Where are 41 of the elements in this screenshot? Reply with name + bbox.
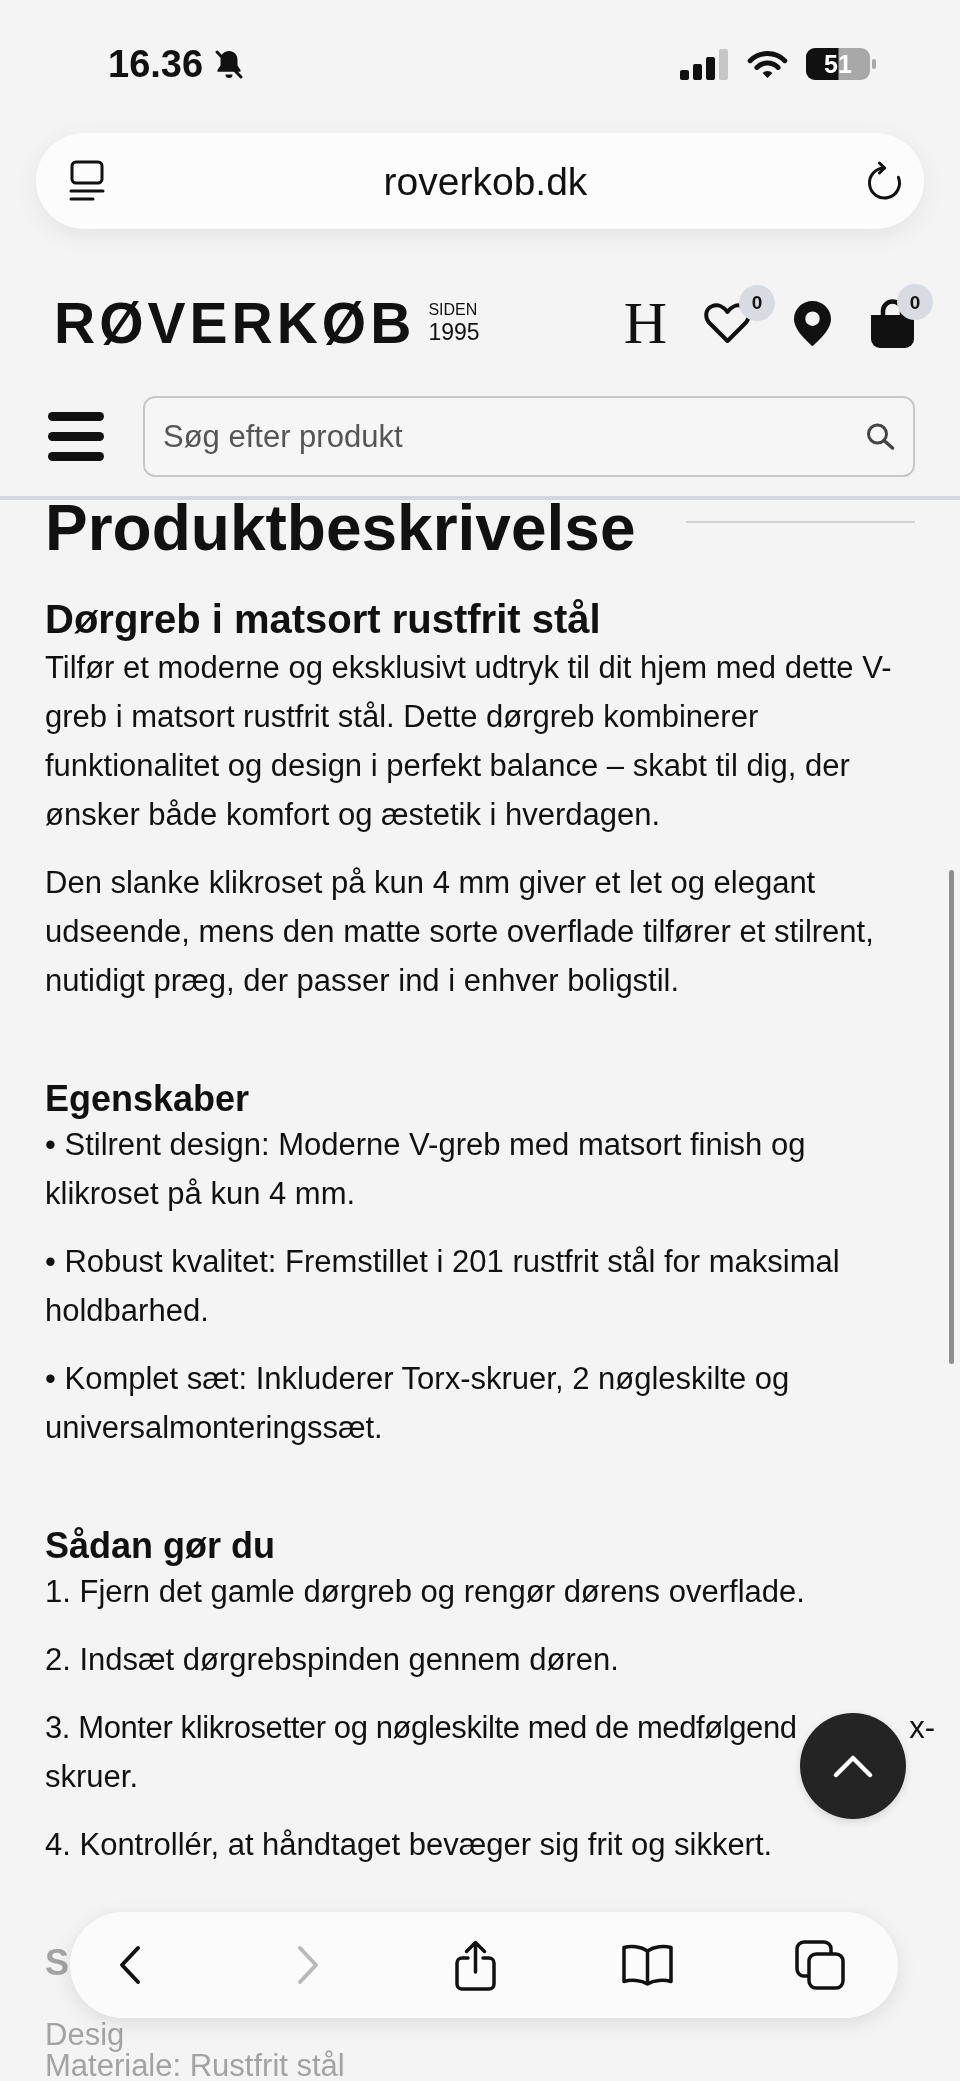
share-icon[interactable]	[454, 1938, 497, 1992]
page-heading: Produktbeskrivelse	[45, 500, 636, 558]
paragraph: 1. Fjern det gamle dørgreb og rengør dørens overflade.	[45, 1572, 805, 1611]
tabs-icon[interactable]	[794, 1939, 846, 1991]
signal-icon	[680, 48, 729, 80]
chevron-up-icon	[833, 1754, 873, 1778]
map-pin-icon[interactable]	[792, 298, 833, 348]
logo-tagline: 1995	[428, 321, 480, 344]
wifi-icon	[746, 49, 789, 79]
letter-button[interactable]: H	[623, 293, 667, 353]
page-icon[interactable]	[69, 160, 105, 202]
battery-indicator: 51	[806, 48, 876, 80]
menu-icon[interactable]	[48, 412, 104, 461]
logo-tagline: SIDEN	[428, 302, 479, 318]
paragraph: Desig	[45, 2018, 125, 2050]
search-field[interactable]: Søg efter produkt	[143, 396, 915, 477]
section-heading: Dørgreb i matsort rustfrit stål	[45, 595, 601, 643]
heart-icon[interactable]	[703, 301, 752, 345]
paragraph: 2. Indsæt dørgrebspinden gennem døren.	[45, 1640, 619, 1679]
count-badge: 0	[739, 284, 775, 321]
paragraph: Den slanke klikroset på kun 4 mm giver et let og elegant udseende, mens den matte sorte overflade tilfører et stilrent, nutidigt præg, der passer ind i enhver boligstil.	[45, 863, 875, 1000]
book-icon[interactable]	[621, 1943, 674, 1987]
url-text: roverkob.dk	[382, 161, 589, 201]
paragraph: • Komplet sæt: Inkluderer Torx-skruer, 2 nøgleskilte og universalmonteringssæt.	[45, 1359, 791, 1447]
section-heading: Sådan gør du	[45, 1523, 275, 1567]
clock-time: 16.36	[108, 45, 204, 83]
address-bar[interactable]: roverkob.dk	[36, 133, 924, 229]
section-heading: Egenskaber	[45, 1076, 250, 1120]
paragraph: 3. Monter klikrosetter og nøgleskilte med de medfølgend	[45, 1708, 797, 1747]
paragraph: x-	[909, 1708, 935, 1747]
search-icon[interactable]	[866, 423, 895, 450]
paragraph: skruer.	[45, 1757, 139, 1796]
reload-icon[interactable]	[866, 161, 903, 201]
paragraph: • Stilrent design: Moderne V-greb med matsort finish og klikroset på kun 4 mm.	[45, 1125, 807, 1213]
count-badge: 0	[897, 284, 933, 320]
paragraph: 4. Kontrollér, at håndtaget bevæger sig frit og sikkert.	[45, 1825, 773, 1864]
paragraph: • Robust kvalitet: Fremstillet i 201 rustfrit stål for maksimal holdbarhed.	[45, 1242, 841, 1330]
section-heading: S	[45, 1940, 69, 1984]
paragraph: Tilfør et moderne og eksklusivt udtryk til dit hjem med dette V-greb i matsort rustfrit stål. Dette dørgreb kombinerer funktionalitet og design i perfekt balance – skabt til dig, der ønsker både komfort og æstetik i hverdagen.	[45, 648, 893, 834]
chevron-left-icon[interactable]	[118, 1945, 142, 1985]
brand-logo[interactable]: RØVERKØB	[54, 294, 416, 352]
